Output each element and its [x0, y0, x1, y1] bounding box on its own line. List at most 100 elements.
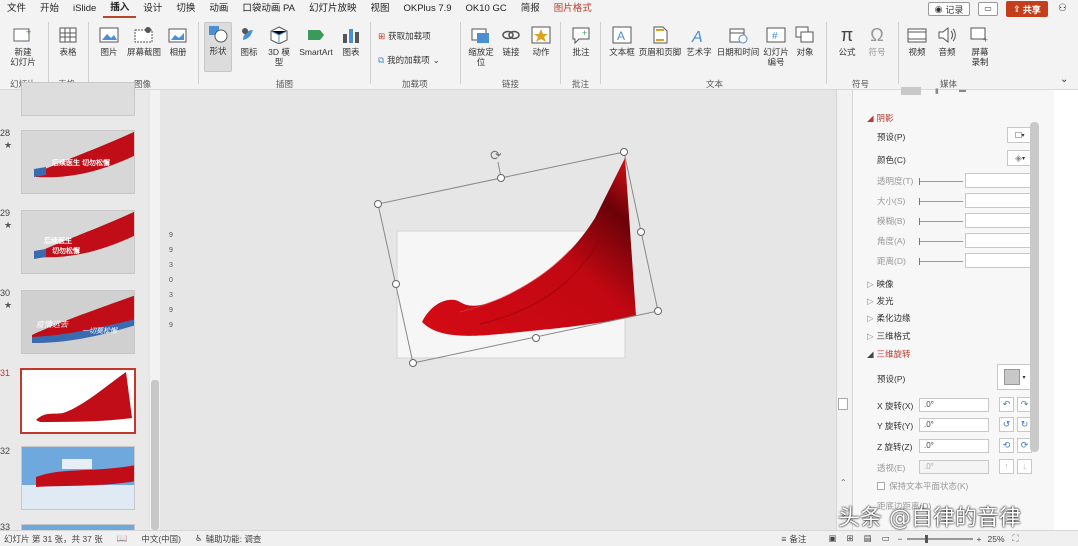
- tab-transitions[interactable]: 切换: [169, 0, 202, 18]
- zoom-slider[interactable]: [906, 534, 973, 543]
- zoom-in-icon[interactable]: +: [977, 534, 982, 544]
- rotation-preset-dropdown[interactable]: ▾: [997, 364, 1033, 390]
- canvas-scrollbar-thumb[interactable]: [838, 398, 848, 410]
- keep-text-flat-checkbox[interactable]: 保持文本平面状态(K): [877, 480, 968, 492]
- rotate-handle-icon[interactable]: ⟳: [490, 147, 502, 163]
- resize-handle[interactable]: [392, 280, 400, 288]
- resize-handle[interactable]: [497, 174, 505, 182]
- slide-thumbnail-32[interactable]: [21, 446, 135, 510]
- tab-slideshow[interactable]: 幻灯片放映: [302, 0, 364, 18]
- section-3d-format[interactable]: ▷ 三维格式: [867, 330, 911, 342]
- tab-pocket-animation[interactable]: 口袋动画 PA: [235, 0, 302, 18]
- tab-okplus[interactable]: OKPlus 7.9: [396, 0, 458, 18]
- notes-button[interactable]: 备注: [789, 533, 806, 545]
- size-tab-icon[interactable]: ▮: [935, 87, 939, 95]
- zoom-out-icon[interactable]: −: [898, 534, 903, 544]
- section-soft-edges[interactable]: ▷ 柔化边缘: [867, 312, 911, 324]
- header-footer-button[interactable]: 页眉和页脚: [638, 24, 682, 57]
- collapse-ribbon-icon[interactable]: ⌄: [1060, 74, 1068, 85]
- tab-design[interactable]: 设计: [136, 0, 169, 18]
- zoom-level[interactable]: 25%: [987, 534, 1004, 544]
- wordart-button[interactable]: A 艺术字: [684, 24, 714, 57]
- angle-slider[interactable]: [919, 238, 963, 245]
- section-3d-rotation[interactable]: ◢ 三维旋转: [867, 348, 911, 360]
- record-button[interactable]: ◉ 记录: [928, 2, 970, 16]
- arrow-down-icon[interactable]: ↓: [1017, 459, 1032, 474]
- symbol-button[interactable]: Ω 符号: [864, 24, 890, 57]
- object-button[interactable]: 对象: [792, 24, 818, 57]
- tab-islide[interactable]: iSlide: [66, 0, 103, 18]
- thumbnail-scrollbar[interactable]: [150, 90, 160, 530]
- canvas-scrollbar[interactable]: [836, 90, 852, 530]
- language-status[interactable]: 中文(中国): [141, 533, 181, 545]
- smartart-button[interactable]: SmartArt: [296, 24, 336, 57]
- tab-picture-format[interactable]: 图片格式: [547, 0, 599, 18]
- distance-slider[interactable]: [919, 258, 963, 265]
- slide-sorter-icon[interactable]: ⊞: [846, 533, 853, 544]
- 3d-model-button[interactable]: 3D 模 型: [264, 24, 294, 67]
- share-button[interactable]: ⇪ 共享: [1006, 1, 1048, 17]
- resize-handle[interactable]: [532, 334, 540, 342]
- equation-button[interactable]: π 公式: [834, 24, 860, 57]
- table-button[interactable]: 表格: [54, 24, 82, 57]
- comment-button[interactable]: + 批注: [568, 24, 594, 57]
- resize-handle[interactable]: [654, 307, 662, 315]
- textbox-button[interactable]: A 文本框: [608, 24, 636, 57]
- link-button[interactable]: 链接: [498, 24, 524, 57]
- fit-slide-icon[interactable]: ⛶: [1013, 533, 1019, 544]
- accessibility-icon[interactable]: ♿: [195, 533, 203, 544]
- picture-tab-icon[interactable]: ▬: [959, 87, 966, 94]
- zoom-slider-thumb[interactable]: [924, 534, 928, 543]
- slide-thumbnail-29[interactable]: 后续医生 切勿松懈: [21, 210, 135, 274]
- section-shadow[interactable]: ◢ 阴影: [867, 112, 894, 124]
- size-slider[interactable]: [919, 198, 963, 205]
- x-rotation-field[interactable]: .0°: [919, 398, 989, 412]
- tab-view[interactable]: 视图: [363, 0, 396, 18]
- transparency-field[interactable]: [965, 173, 1031, 188]
- reading-view-icon[interactable]: ▤: [863, 533, 871, 544]
- transparency-slider[interactable]: [919, 178, 963, 185]
- slide-thumbnail-27[interactable]: [21, 82, 135, 116]
- resize-handle[interactable]: [620, 148, 628, 156]
- spellcheck-icon[interactable]: 📖: [117, 533, 128, 544]
- resize-handle[interactable]: [637, 228, 645, 236]
- icons-button[interactable]: 图标: [236, 24, 262, 57]
- account-icon[interactable]: ⚇: [1058, 3, 1067, 14]
- notes-icon[interactable]: ≡: [781, 534, 786, 544]
- comments-button[interactable]: ▭: [978, 2, 998, 16]
- slide-thumbnail-28[interactable]: 后续医生 切勿松懈: [21, 130, 135, 194]
- chart-button[interactable]: 图表: [338, 24, 364, 57]
- angle-field[interactable]: [965, 233, 1031, 248]
- panel-scrollbar-thumb[interactable]: [1030, 122, 1039, 452]
- datetime-button[interactable]: 日期和时间: [716, 24, 760, 57]
- blur-slider[interactable]: [919, 218, 963, 225]
- shapes-button[interactable]: 形状: [204, 22, 232, 72]
- get-addins-button[interactable]: ⊞ 获取加载项: [378, 30, 431, 42]
- effects-tab-icon[interactable]: [901, 87, 921, 95]
- rotate-up-icon[interactable]: ↺: [999, 417, 1014, 432]
- tab-file[interactable]: 文件: [0, 0, 33, 18]
- accessibility-status[interactable]: 辅助功能: 调查: [206, 533, 262, 545]
- tab-ok10[interactable]: OK10 GC: [459, 0, 514, 18]
- resize-handle[interactable]: [409, 359, 417, 367]
- slide-thumbnail-30[interactable]: 疫情远去 一切莫松懈: [21, 290, 135, 354]
- size-field[interactable]: [965, 193, 1031, 208]
- scroll-up-icon[interactable]: ⌃: [840, 478, 847, 487]
- arrow-up-icon[interactable]: ↑: [999, 459, 1014, 474]
- screen-record-button[interactable]: + 屏幕 录制: [964, 24, 996, 67]
- album-button[interactable]: 相册: [166, 24, 190, 57]
- blur-field[interactable]: [965, 213, 1031, 228]
- my-addins-button[interactable]: ⧉ 我的加载项 ⌄: [378, 54, 440, 66]
- slide-thumbnail-31[interactable]: [20, 368, 136, 434]
- screenshot-button[interactable]: 屏幕截图: [124, 24, 164, 57]
- audio-button[interactable]: 音频: [934, 24, 960, 57]
- video-button[interactable]: 视频: [904, 24, 930, 57]
- slide-canvas[interactable]: ⟳ 9930399: [160, 90, 836, 530]
- resize-handle[interactable]: [374, 200, 382, 208]
- tab-briefing[interactable]: 简报: [514, 0, 547, 18]
- slide-number-button[interactable]: # 幻灯片 编号: [762, 24, 790, 67]
- slideshow-icon[interactable]: ▭: [882, 533, 890, 544]
- normal-view-icon[interactable]: ▣: [828, 533, 836, 544]
- tab-home[interactable]: 开始: [33, 0, 66, 18]
- y-rotation-field[interactable]: .0°: [919, 418, 989, 432]
